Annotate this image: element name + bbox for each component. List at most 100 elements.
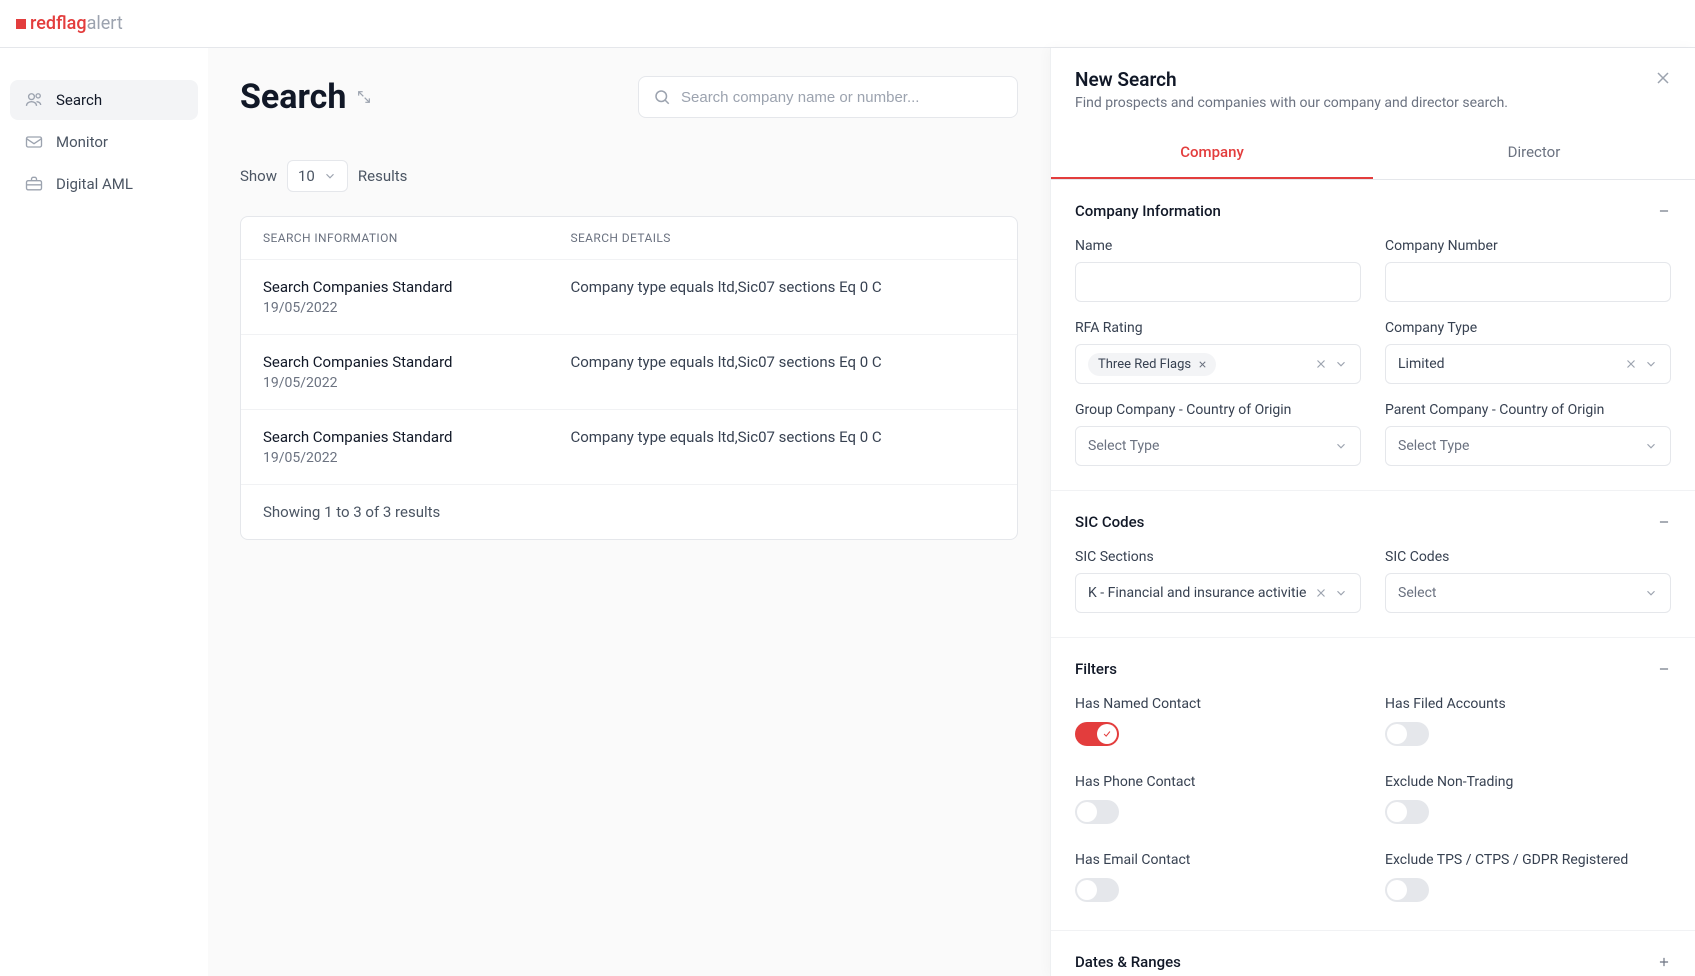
col-search-information: SEARCH INFORMATION [263,231,570,245]
minus-icon [1657,662,1671,676]
show-label: Show [240,167,277,185]
chevron-down-icon [1334,586,1348,600]
sidebar-item-search[interactable]: Search [10,80,198,120]
section-sic-codes: SIC Codes SIC Sections K - Financial and… [1051,491,1695,638]
select-company-type[interactable]: Limited [1385,344,1671,384]
company-search-input[interactable] [681,89,1003,106]
select-sic-sections[interactable]: K - Financial and insurance activitie [1075,573,1361,613]
select-group-company[interactable]: Select Type [1075,426,1361,466]
section-filters: Filters Has Named Contact Has Filed Acco… [1051,638,1695,931]
results-count-value: 10 [298,167,315,185]
close-icon[interactable] [1653,68,1673,88]
input-company-number[interactable] [1385,262,1671,302]
check-icon [1102,729,1112,739]
select-value: Select Type [1398,438,1469,454]
envelope-icon [24,132,44,152]
label-name: Name [1075,238,1361,254]
plus-icon [1657,955,1671,969]
section-title: Filters [1075,660,1117,678]
row-details: Company type equals ltd,Sic07 sections E… [570,428,995,466]
toggle-exclude-non-trading[interactable] [1385,800,1429,824]
select-value: Limited [1398,356,1445,372]
panel-subtitle: Find prospects and companies with our co… [1075,95,1671,111]
chevron-down-icon [1644,586,1658,600]
chevron-down-icon [323,169,337,183]
table-row[interactable]: Search Companies Standard 19/05/2022 Com… [241,409,1017,484]
toggle-exclude-tps[interactable] [1385,878,1429,902]
toggle-has-filed-accounts[interactable] [1385,722,1429,746]
tab-director[interactable]: Director [1373,127,1695,179]
users-icon [24,90,44,110]
tab-company[interactable]: Company [1051,127,1373,179]
section-header-sic-codes[interactable]: SIC Codes [1075,513,1671,531]
row-title: Search Companies Standard [263,353,570,371]
logo-text-red: redflag [30,13,87,34]
panel-tabs: Company Director [1051,127,1695,180]
label-sic-sections: SIC Sections [1075,549,1361,565]
label-company-number: Company Number [1385,238,1671,254]
expand-icon[interactable] [356,89,372,105]
select-rfa-rating[interactable]: Three Red Flags [1075,344,1361,384]
chip-remove-icon[interactable] [1197,359,1208,370]
sidebar: Search Monitor Digital AML [0,48,208,976]
label-exclude-tps: Exclude TPS / CTPS / GDPR Registered [1385,852,1671,868]
label-company-type: Company Type [1385,320,1671,336]
section-header-company-information[interactable]: Company Information [1075,202,1671,220]
sidebar-item-label: Search [56,91,102,109]
col-search-details: SEARCH DETAILS [570,231,995,245]
toggle-has-named-contact[interactable] [1075,722,1119,746]
sidebar-item-label: Monitor [56,133,108,151]
row-title: Search Companies Standard [263,428,570,446]
section-title: Dates & Ranges [1075,953,1181,971]
row-date: 19/05/2022 [263,450,570,466]
label-exclude-non-trading: Exclude Non-Trading [1385,774,1671,790]
logo-mark-icon [16,19,26,29]
clear-icon[interactable] [1314,586,1328,600]
briefcase-icon [24,174,44,194]
panel-title: New Search [1075,68,1671,91]
chevron-down-icon [1334,357,1348,371]
chip-rfa-rating: Three Red Flags [1088,353,1216,376]
label-group-company: Group Company - Country of Origin [1075,402,1361,418]
clear-icon[interactable] [1624,357,1638,371]
row-details: Company type equals ltd,Sic07 sections E… [570,278,995,316]
chevron-down-icon [1334,439,1348,453]
table-footer: Showing 1 to 3 of 3 results [241,484,1017,539]
select-value: Select Type [1088,438,1159,454]
label-has-email-contact: Has Email Contact [1075,852,1361,868]
section-header-filters[interactable]: Filters [1075,660,1671,678]
select-value: Select [1398,585,1436,601]
sidebar-item-monitor[interactable]: Monitor [10,122,198,162]
sidebar-item-digital-aml[interactable]: Digital AML [10,164,198,204]
app-header: redflagalert [0,0,1695,48]
search-icon [653,88,671,106]
company-search-box[interactable] [638,76,1018,118]
table-row[interactable]: Search Companies Standard 19/05/2022 Com… [241,334,1017,409]
minus-icon [1657,515,1671,529]
table-row[interactable]: Search Companies Standard 19/05/2022 Com… [241,259,1017,334]
section-company-information: Company Information Name Company Number … [1051,180,1695,491]
section-title: Company Information [1075,202,1221,220]
main-content: Search Show 10 Results SEARCH INFORMATIO… [208,48,1050,976]
select-parent-company[interactable]: Select Type [1385,426,1671,466]
section-dates-ranges: Dates & Ranges [1051,931,1695,976]
clear-icon[interactable] [1314,357,1328,371]
toggle-has-email-contact[interactable] [1075,878,1119,902]
results-count-select[interactable]: 10 [287,160,348,192]
row-details: Company type equals ltd,Sic07 sections E… [570,353,995,391]
section-title: SIC Codes [1075,513,1144,531]
select-sic-codes[interactable]: Select [1385,573,1671,613]
select-value: K - Financial and insurance activitie [1088,585,1306,601]
logo-text-gray: alert [87,13,123,34]
toggle-has-phone-contact[interactable] [1075,800,1119,824]
row-date: 19/05/2022 [263,300,570,316]
new-search-panel: New Search Find prospects and companies … [1050,48,1695,976]
input-name[interactable] [1075,262,1361,302]
minus-icon [1657,204,1671,218]
row-date: 19/05/2022 [263,375,570,391]
section-header-dates-ranges[interactable]: Dates & Ranges [1075,953,1671,971]
chevron-down-icon [1644,357,1658,371]
chip-label: Three Red Flags [1098,357,1191,372]
label-has-named-contact: Has Named Contact [1075,696,1361,712]
label-rfa-rating: RFA Rating [1075,320,1361,336]
